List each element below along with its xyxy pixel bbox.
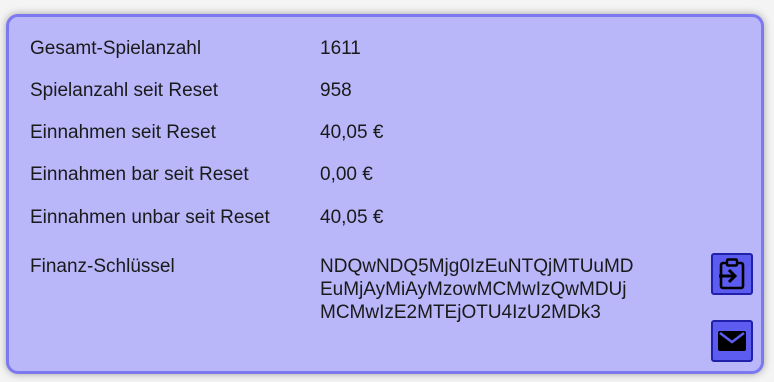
envelope-icon: [718, 331, 746, 351]
finance-key-line: NDQwNDQ5Mjg0IzEuNTQjMTUuMD: [320, 256, 634, 277]
row-cash-revenue: Einnahmen bar seit Reset 0,00 €: [9, 163, 761, 199]
total-games-value: 1611: [320, 38, 361, 59]
revenue-since-reset-value: 40,05 €: [320, 122, 384, 143]
total-games-label: Gesamt-Spielanzahl: [30, 38, 202, 59]
cashless-revenue-value: 40,05 €: [320, 207, 384, 228]
send-mail-button[interactable]: [711, 320, 753, 362]
games-since-reset-value: 958: [320, 80, 352, 101]
revenue-since-reset-label: Einnahmen seit Reset: [30, 122, 216, 143]
statistics-panel: Gesamt-Spielanzahl 1611 Spielanzahl seit…: [6, 14, 764, 374]
row-games-since-reset: Spielanzahl seit Reset 958: [9, 79, 761, 115]
row-total-games: Gesamt-Spielanzahl 1611: [9, 37, 761, 73]
row-revenue-since-reset: Einnahmen seit Reset 40,05 €: [9, 121, 761, 157]
clipboard-paste-icon: [719, 258, 745, 290]
finance-key-line: MCMwIzE2MTEjOTU4IzU2MDk3: [320, 302, 601, 323]
cash-revenue-value: 0,00 €: [320, 164, 373, 185]
copy-key-button[interactable]: [711, 253, 753, 295]
row-finance-key: Finanz-Schlüssel NDQwNDQ5Mjg0IzEuNTQjMTU…: [9, 255, 761, 345]
row-cashless-revenue: Einnahmen unbar seit Reset 40,05 €: [9, 206, 761, 242]
finance-key-value: NDQwNDQ5Mjg0IzEuNTQjMTUuMD EuMjAyMiAyMzo…: [320, 255, 690, 324]
cashless-revenue-label: Einnahmen unbar seit Reset: [30, 207, 270, 228]
games-since-reset-label: Spielanzahl seit Reset: [30, 80, 218, 101]
finance-key-label: Finanz-Schlüssel: [30, 256, 175, 277]
finance-key-line: EuMjAyMiAyMzowMCMwIzQwMDUj: [320, 279, 627, 300]
cash-revenue-label: Einnahmen bar seit Reset: [30, 164, 249, 185]
